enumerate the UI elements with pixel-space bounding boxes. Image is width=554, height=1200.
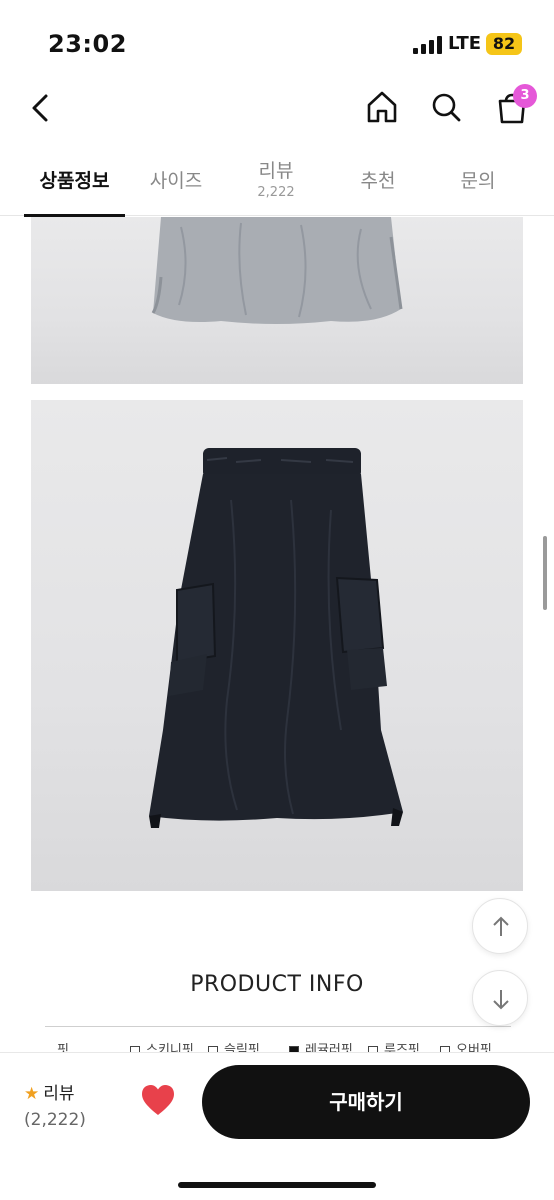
- scroll-to-top-button[interactable]: [472, 898, 528, 954]
- tab-label: 사이즈: [149, 170, 203, 192]
- network-label: LTE: [448, 33, 482, 54]
- scroll-to-bottom-button[interactable]: [472, 970, 528, 1026]
- tab-inquiry[interactable]: 문의: [438, 148, 518, 216]
- buy-button[interactable]: 구매하기: [202, 1065, 530, 1139]
- search-icon[interactable]: [428, 88, 464, 126]
- top-nav: [0, 80, 554, 136]
- fit-option: 슬림핏: [208, 1039, 260, 1053]
- tab-size[interactable]: 사이즈: [136, 148, 216, 216]
- status-bar: 23:02 LTE 82: [0, 0, 554, 80]
- tab-label: 추천: [360, 170, 396, 192]
- home-indicator: [178, 1182, 376, 1188]
- review-label: 리뷰: [43, 1084, 75, 1104]
- section-title: PRODUCT INFO: [190, 972, 364, 997]
- scrollbar-thumb[interactable]: [543, 536, 547, 610]
- product-detail-content[interactable]: PRODUCT INFO 핏 스키니핏 슬림핏 레귤러핏 루즈핏 오버핏: [0, 217, 554, 1053]
- bottom-action-bar: ★ 리뷰 (2,222) 구매하기: [0, 1052, 554, 1200]
- review-summary[interactable]: ★ 리뷰 (2,222): [24, 1079, 94, 1130]
- fit-row: 핏 스키니핏 슬림핏 레귤러핏 루즈핏 오버핏: [45, 1039, 545, 1053]
- fit-label: 핏: [57, 1043, 69, 1053]
- status-time: 23:02: [48, 30, 127, 58]
- tab-label: 리뷰: [258, 160, 294, 182]
- fit-option: 스키니핏: [130, 1039, 194, 1053]
- tab-label: 상품정보: [39, 170, 110, 192]
- tab-recommend[interactable]: 추천: [338, 148, 418, 216]
- battery-indicator: 82: [486, 33, 522, 55]
- tab-review[interactable]: 리뷰 2,222: [236, 148, 316, 216]
- tab-review-count: 2,222: [257, 185, 295, 200]
- divider: [45, 1026, 511, 1027]
- fit-option: 오버핏: [440, 1039, 492, 1053]
- tab-label: 문의: [460, 170, 496, 192]
- arrow-down-icon: [493, 990, 509, 1010]
- heart-icon[interactable]: [140, 1083, 176, 1117]
- back-arrow-icon[interactable]: [26, 90, 60, 126]
- home-icon[interactable]: [364, 88, 400, 126]
- star-icon: ★: [24, 1084, 40, 1104]
- tab-bar: 상품정보 사이즈 리뷰 2,222 추천 문의: [0, 148, 554, 217]
- tab-product-info[interactable]: 상품정보: [24, 148, 125, 217]
- fit-option: 루즈핏: [368, 1039, 420, 1053]
- product-photo-gray-skirt: [31, 217, 523, 384]
- review-count: (2,222): [24, 1110, 86, 1130]
- product-photo-black-skirt: [31, 400, 523, 891]
- signal-icon: [413, 36, 443, 54]
- arrow-up-icon: [493, 916, 509, 936]
- cart-count-badge: 3: [513, 84, 537, 108]
- fit-option-selected: 레귤러핏: [289, 1039, 353, 1053]
